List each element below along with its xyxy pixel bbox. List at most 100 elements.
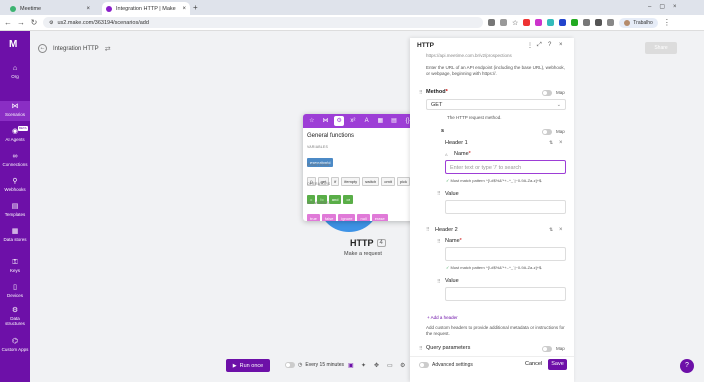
tab-integration-http[interactable]: Integration HTTP | Make × [102, 2, 190, 15]
scenario-header: ← Integration HTTP ⇄ [38, 44, 111, 53]
back-icon[interactable]: ← [4, 18, 12, 27]
sidebar-item-templates[interactable]: ▤ Templates [0, 203, 30, 217]
operator-chip[interactable]: or [343, 195, 354, 204]
expand-icon[interactable]: ⤢ [537, 42, 542, 49]
extension-icon[interactable] [523, 19, 531, 26]
drag-handle-icon[interactable]: ⠿ [437, 191, 441, 197]
header-name-input[interactable]: Enter text or type '/' to search [445, 160, 566, 174]
keyword-chip[interactable]: ignore [338, 214, 356, 221]
structure-icon: ⚙ [11, 307, 19, 314]
download-icon[interactable] [595, 19, 603, 26]
drag-handle-icon[interactable]: ⠿ [419, 346, 423, 352]
address-bar[interactable]: ⚙ us2.make.com/363194/scenarios/add [43, 17, 483, 28]
share-icon: ⋈ [11, 103, 19, 110]
query-map-toggle[interactable] [542, 346, 552, 352]
reorder-icon[interactable]: ⇅ [549, 227, 553, 233]
save-button[interactable]: Save [548, 359, 567, 370]
method-select[interactable]: GET ⌄ [426, 99, 566, 110]
help-bubble-icon[interactable]: ? [680, 359, 694, 373]
drag-handle-icon[interactable]: ⠿ [437, 239, 441, 245]
keyword-chip[interactable]: true [307, 214, 320, 221]
sidebar-item-scenarios[interactable]: ⋈ Scenarios [0, 101, 30, 121]
keyword-chip[interactable]: erase [371, 214, 388, 221]
extensions-puzzle-icon[interactable] [583, 19, 591, 26]
sidebar-item-org[interactable]: ⌂ Org [0, 65, 30, 79]
reload-icon[interactable]: ↻ [30, 18, 38, 27]
forward-icon[interactable]: → [17, 18, 25, 27]
header-name-input[interactable] [445, 247, 566, 261]
share-page-icon[interactable] [500, 19, 507, 26]
share-button[interactable]: Share [645, 42, 677, 54]
functions-label: FUNCTIONS [307, 163, 330, 167]
url-field-partial[interactable]: https://api.meetime.com.br/v2/prospectio… [426, 53, 566, 58]
keyword-chip[interactable]: null [357, 214, 370, 221]
scenario-title[interactable]: Integration HTTP [53, 46, 99, 52]
drag-handle-icon[interactable]: ⠿ [419, 90, 423, 96]
math-icon[interactable]: x² [348, 116, 358, 126]
tab-meetime[interactable]: Meetime × [6, 2, 94, 15]
help-icon[interactable]: ? [548, 42, 551, 48]
sidebar-item-data-stores[interactable]: ▦ Data stores [0, 228, 30, 242]
new-tab-icon[interactable]: + [193, 3, 198, 12]
share-icon[interactable]: ⋈ [321, 116, 331, 126]
calendar-icon[interactable]: ▦ [375, 116, 385, 126]
kebab-menu-icon[interactable]: ⋮ [527, 42, 533, 49]
header-value-input[interactable] [445, 200, 566, 214]
extension-icon[interactable] [571, 19, 579, 26]
reorder-icon[interactable]: ⇅ [549, 140, 553, 146]
align-icon[interactable]: ✥ [374, 362, 379, 369]
sidebar-item-custom-apps[interactable]: ⌬ Custom Apps [0, 338, 30, 352]
save-scenario-icon[interactable]: ▣ [348, 362, 354, 369]
close-tab-icon[interactable]: × [182, 6, 186, 12]
extension-icon[interactable] [535, 19, 543, 26]
add-header-link[interactable]: + Add a header [427, 315, 458, 320]
swap-icon[interactable]: ⇄ [105, 45, 111, 53]
profile-button[interactable]: Trabalho [619, 17, 658, 28]
schedule-control[interactable]: ◷ Every 15 minutes [285, 362, 344, 368]
run-once-button[interactable]: ▶ Run once [226, 359, 270, 372]
sidebar-item-keys[interactable]: ⚿ Keys [0, 259, 30, 273]
function-chip[interactable]: pick [396, 177, 410, 186]
sidepanel-icon[interactable] [607, 19, 615, 26]
close-tab-icon[interactable]: × [86, 6, 90, 12]
back-circle-icon[interactable]: ← [38, 44, 47, 53]
notes-icon[interactable]: ▭ [387, 362, 393, 369]
function-chip[interactable]: switch [362, 177, 380, 186]
make-logo-icon[interactable]: M [9, 39, 17, 50]
drag-handle-icon[interactable]: ⠿ [426, 227, 430, 233]
sidebar-item-ai-agents[interactable]: ◉ AI Agents BETA [0, 126, 30, 142]
play-icon: ▶ [232, 362, 237, 369]
cancel-button[interactable]: Cancel [525, 361, 542, 367]
menu-kebab-icon[interactable]: ⋮ [663, 18, 671, 27]
function-chip[interactable]: omit [381, 177, 395, 186]
bookmark-star-icon[interactable]: ☆ [512, 19, 518, 27]
function-chip[interactable]: ifempty [341, 177, 361, 186]
remove-header-icon[interactable]: × [559, 227, 563, 233]
sidebar-item-connections[interactable]: ∞ Connections [0, 153, 30, 167]
keyword-chip[interactable]: false [321, 214, 337, 221]
site-info-icon[interactable]: ⚙ [49, 20, 53, 26]
translate-icon[interactable] [488, 19, 495, 26]
extension-icon[interactable] [547, 19, 555, 26]
sidebar-item-webhooks[interactable]: ⚲ Webhooks [0, 178, 30, 192]
schedule-toggle[interactable] [285, 362, 295, 368]
headers-map-toggle[interactable] [542, 129, 552, 135]
extension-icon[interactable] [559, 19, 567, 26]
sidebar-item-data-structures[interactable]: ⚙ Data structures [0, 307, 30, 326]
star-icon[interactable]: ☆ [307, 116, 317, 126]
header-value-input[interactable] [445, 287, 566, 301]
drag-handle-icon[interactable]: ⠿ [437, 279, 441, 285]
magic-wand-icon[interactable]: ✦ [361, 362, 366, 369]
operator-chip[interactable]: and [328, 195, 342, 204]
method-map-toggle[interactable] [542, 90, 552, 96]
close-panel-icon[interactable]: × [559, 42, 563, 48]
gear-icon[interactable]: ⚙ [334, 116, 345, 126]
text-icon[interactable]: A [362, 116, 372, 126]
sidebar-item-devices[interactable]: ▯ Devices [0, 284, 30, 298]
array-icon[interactable]: ▤ [389, 116, 399, 126]
window-controls[interactable]: –▢× [648, 3, 685, 10]
advanced-settings-toggle[interactable] [419, 362, 429, 368]
settings-icon[interactable]: ⚙ [400, 362, 405, 369]
function-chip[interactable]: if [331, 177, 340, 186]
remove-header-icon[interactable]: × [559, 140, 563, 146]
